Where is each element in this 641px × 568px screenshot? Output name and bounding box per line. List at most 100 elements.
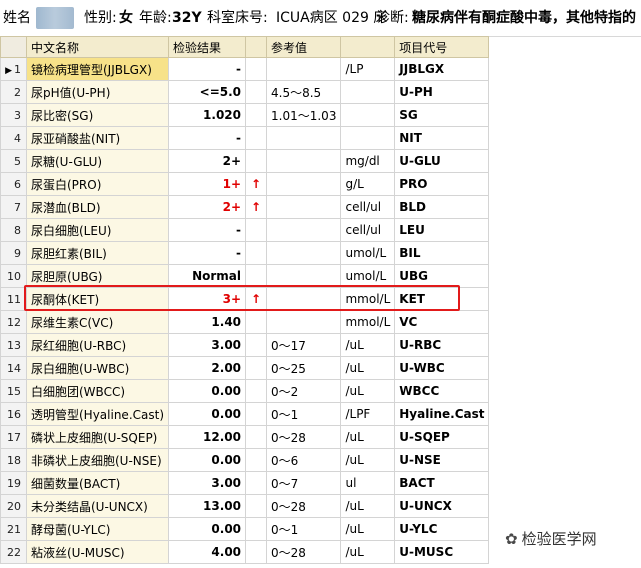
item-code-cell[interactable]: U-MUSC — [394, 540, 490, 564]
item-code-cell[interactable]: U-UNCX — [394, 494, 490, 518]
row-index[interactable]: 10 — [0, 264, 27, 288]
row-index[interactable]: 12 — [0, 310, 27, 334]
item-code-cell[interactable]: BACT — [394, 471, 490, 495]
unit-cell[interactable]: /LPF — [340, 402, 396, 426]
item-code-cell[interactable]: U-YLC — [394, 517, 490, 541]
result-cell[interactable]: 12.00 — [168, 425, 247, 449]
result-cell[interactable]: 1+ — [168, 172, 247, 196]
result-cell[interactable]: 3.00 — [168, 333, 247, 357]
item-code-cell[interactable]: Hyaline.Cast — [394, 402, 490, 426]
reference-range-cell[interactable] — [266, 264, 342, 288]
col-header-flag[interactable] — [245, 36, 268, 58]
item-code-cell[interactable]: PRO — [394, 172, 490, 196]
item-code-cell[interactable]: KET — [394, 287, 490, 311]
reference-range-cell[interactable] — [266, 218, 342, 242]
table-row[interactable]: 22 粘液丝(U-MUSC) 4.00 0～28/uL U-MUSC — [0, 540, 490, 564]
row-index[interactable]: 15 — [0, 379, 27, 403]
item-code-cell[interactable]: LEU — [394, 218, 490, 242]
test-name-cell[interactable]: 镜检病理管型(JJBLGX) — [25, 57, 170, 81]
row-index[interactable]: ▶ 1 — [0, 57, 27, 81]
table-row[interactable]: 7 尿潜血(BLD) 2+ ↑ cell/ul BLD — [0, 195, 490, 219]
row-index[interactable]: 7 — [0, 195, 27, 219]
test-name-cell[interactable]: 尿糖(U-GLU) — [25, 149, 170, 173]
result-cell[interactable]: 1.020 — [168, 103, 247, 127]
unit-cell[interactable]: /uL — [340, 425, 396, 449]
abnormal-flag-cell[interactable] — [245, 356, 268, 380]
unit-cell[interactable]: umol/L — [340, 264, 396, 288]
unit-cell[interactable]: /uL — [340, 517, 396, 541]
test-name-cell[interactable]: 尿蛋白(PRO) — [25, 172, 170, 196]
reference-range-cell[interactable] — [266, 126, 342, 150]
abnormal-flag-cell[interactable] — [245, 57, 268, 81]
result-cell[interactable]: 2.00 — [168, 356, 247, 380]
table-row[interactable]: 6 尿蛋白(PRO) 1+ ↑ g/L PRO — [0, 172, 490, 196]
item-code-cell[interactable]: U-RBC — [394, 333, 490, 357]
test-name-cell[interactable]: 尿比密(SG) — [25, 103, 170, 127]
test-name-cell[interactable]: 粘液丝(U-MUSC) — [25, 540, 170, 564]
col-header-result[interactable]: 检验结果 — [168, 36, 247, 58]
unit-cell[interactable]: /uL — [340, 494, 396, 518]
reference-range-cell[interactable]: 4.5～8.5 — [266, 80, 342, 104]
unit-cell[interactable] — [340, 80, 396, 104]
abnormal-flag-cell[interactable] — [245, 80, 268, 104]
test-name-cell[interactable]: 尿pH值(U-PH) — [25, 80, 170, 104]
item-code-cell[interactable]: SG — [394, 103, 490, 127]
item-code-cell[interactable]: JJBLGX — [394, 57, 490, 81]
reference-range-cell[interactable]: 0～1 — [266, 402, 342, 426]
result-cell[interactable]: 2+ — [168, 195, 247, 219]
result-cell[interactable]: 1.40 — [168, 310, 247, 334]
test-name-cell[interactable]: 非磷状上皮细胞(U-NSE) — [25, 448, 170, 472]
unit-cell[interactable] — [340, 103, 396, 127]
result-cell[interactable]: 0.00 — [168, 379, 247, 403]
abnormal-flag-cell[interactable] — [245, 310, 268, 334]
table-row[interactable]: 17 磷状上皮细胞(U-SQEP) 12.00 0～28/uL U-SQEP — [0, 425, 490, 449]
table-row[interactable]: 9 尿胆红素(BIL) - umol/L BIL — [0, 241, 490, 265]
abnormal-flag-cell[interactable] — [245, 149, 268, 173]
row-index[interactable]: 18 — [0, 448, 27, 472]
abnormal-flag-cell[interactable] — [245, 241, 268, 265]
row-index[interactable]: 16 — [0, 402, 27, 426]
table-row[interactable]: 12 尿维生素C(VC) 1.40 mmol/L VC — [0, 310, 490, 334]
item-code-cell[interactable]: U-NSE — [394, 448, 490, 472]
abnormal-flag-cell[interactable] — [245, 264, 268, 288]
item-code-cell[interactable]: UBG — [394, 264, 490, 288]
test-name-cell[interactable]: 尿胆红素(BIL) — [25, 241, 170, 265]
result-cell[interactable]: Normal — [168, 264, 247, 288]
row-index[interactable]: 2 — [0, 80, 27, 104]
test-name-cell[interactable]: 尿胆原(UBG) — [25, 264, 170, 288]
reference-range-cell[interactable] — [266, 195, 342, 219]
abnormal-flag-cell[interactable] — [245, 218, 268, 242]
item-code-cell[interactable]: U-PH — [394, 80, 490, 104]
abnormal-flag-cell[interactable] — [245, 494, 268, 518]
row-index[interactable]: 5 — [0, 149, 27, 173]
unit-cell[interactable]: mmol/L — [340, 287, 396, 311]
result-cell[interactable]: - — [168, 241, 247, 265]
reference-range-cell[interactable] — [266, 149, 342, 173]
reference-range-cell[interactable] — [266, 310, 342, 334]
test-name-cell[interactable]: 尿维生素C(VC) — [25, 310, 170, 334]
test-name-cell[interactable]: 尿酮体(KET) — [25, 287, 170, 311]
test-name-cell[interactable]: 尿红细胞(U-RBC) — [25, 333, 170, 357]
reference-range-cell[interactable]: 0～25 — [266, 356, 342, 380]
table-row[interactable]: 21 酵母菌(U-YLC) 0.00 0～1/uL U-YLC — [0, 517, 490, 541]
unit-cell[interactable]: /uL — [340, 379, 396, 403]
table-row[interactable]: 4 尿亚硝酸盐(NIT) - NIT — [0, 126, 490, 150]
unit-cell[interactable]: ul — [340, 471, 396, 495]
reference-range-cell[interactable]: 0～28 — [266, 425, 342, 449]
unit-cell[interactable]: /uL — [340, 540, 396, 564]
reference-range-cell[interactable]: 0～7 — [266, 471, 342, 495]
table-row[interactable]: 20 未分类结晶(U-UNCX) 13.00 0～28/uL U-UNCX — [0, 494, 490, 518]
abnormal-flag-cell[interactable] — [245, 379, 268, 403]
reference-range-cell[interactable] — [266, 57, 342, 81]
reference-range-cell[interactable]: 0～6 — [266, 448, 342, 472]
unit-cell[interactable]: g/L — [340, 172, 396, 196]
reference-range-cell[interactable]: 0～28 — [266, 494, 342, 518]
abnormal-flag-cell[interactable] — [245, 425, 268, 449]
col-header-code[interactable]: 项目代号 — [394, 36, 490, 58]
row-index[interactable]: 4 — [0, 126, 27, 150]
abnormal-flag-cell[interactable]: ↑ — [245, 172, 268, 196]
abnormal-flag-cell[interactable] — [245, 126, 268, 150]
col-header-unit[interactable] — [340, 36, 396, 58]
table-row[interactable]: 5 尿糖(U-GLU) 2+ mg/dl U-GLU — [0, 149, 490, 173]
unit-cell[interactable]: mmol/L — [340, 310, 396, 334]
